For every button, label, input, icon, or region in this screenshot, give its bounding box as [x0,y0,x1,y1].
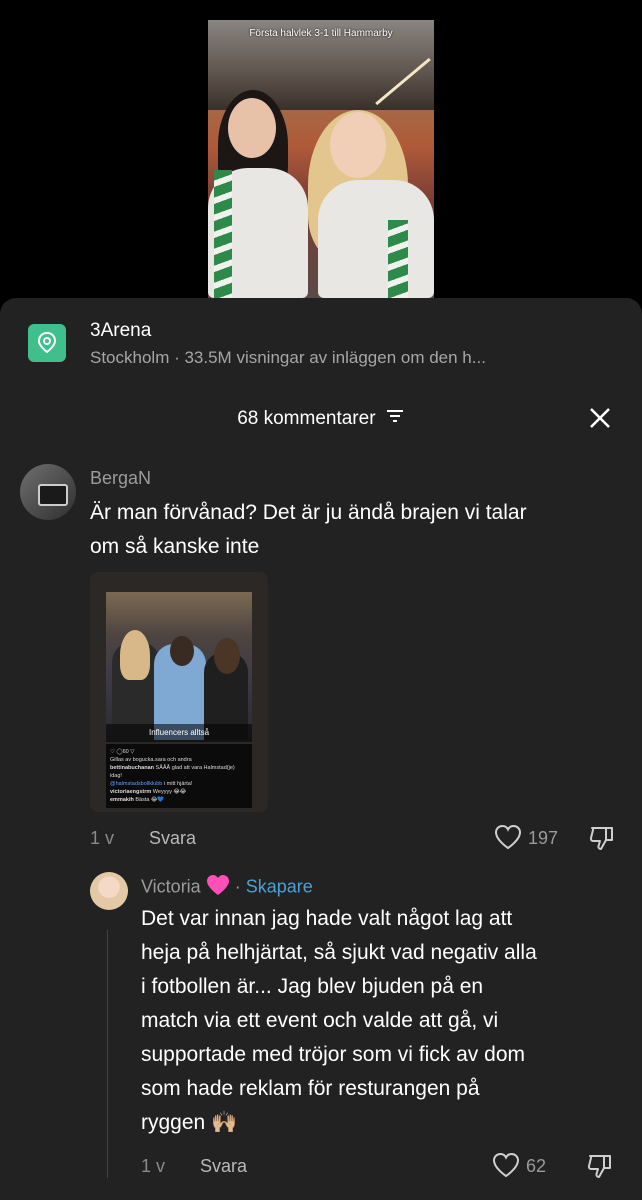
instagram-post-screenshot: ♡ ◯60 ▽ Gillas av bogucka.sara och andra… [106,744,252,808]
reply-line: som hade reklam för resturangen på [141,1077,480,1100]
avatar[interactable] [90,872,128,910]
ig-caption: bettinabuchanan SÅÅÅ glad att vara Halms… [110,765,235,779]
reply-line: heja på helhjärtat, så sjukt vad negativ… [141,941,537,964]
comment-age: 1 v [90,828,115,848]
reply-line: i fotbollen är... Jag blev bjuden på en [141,975,484,998]
place-row[interactable]: 3Arena Stockholm · 33.5M visningar av in… [28,320,486,368]
place-title: 3Arena [90,320,152,341]
reply-line: supportade med tröjor som vi fick av dom [141,1043,525,1066]
scarf [388,220,408,298]
comments-sheet: 3Arena Stockholm · 33.5M visningar av in… [0,298,642,1200]
reply-line: ryggen 🙌🏼 [141,1111,238,1134]
filter-icon[interactable] [385,408,405,430]
person-face [228,98,276,158]
ig-comment: emmakih Bästa 😂💙 [110,797,165,803]
comment-attachment-image[interactable]: Influencers alltså ♡ ◯60 ▽ Gillas av bog… [90,572,268,812]
dislike-icon[interactable] [586,1152,614,1185]
reply-button[interactable]: Svara [200,1156,247,1176]
comment-line: om så kanske inte [90,535,260,558]
comment-meta: 1 v Svara [90,828,196,849]
photo-hair [214,638,240,674]
like-count: 197 [528,828,559,848]
video-caption: Första halvlek 3-1 till Hammarby [249,28,393,39]
like-count: 62 [526,1156,547,1176]
comment-line: Är man förvånad? Det är ju ändå brajen v… [90,501,527,524]
attachment-photo [106,592,252,740]
location-pin-icon [28,324,66,362]
ig-tag: @halmstadsbollklubb i mitt hjärta! [110,781,193,787]
person-face [330,112,386,178]
reply-text: Det var innan jag hade valt något lag at… [141,902,537,1140]
scarf [214,170,232,298]
comments-header: 68 kommentarer [0,408,642,430]
comments-count: 68 kommentarer [237,408,376,430]
creator-badge: Skapare [245,876,313,897]
photo-hair [170,636,194,666]
thread-line [107,930,108,1178]
reply-line: Det var innan jag hade valt något lag at… [141,907,513,930]
reply-meta: 1 v Svara [141,1156,247,1177]
video-thumbnail[interactable]: Första halvlek 3-1 till Hammarby [208,20,434,298]
heart-icon[interactable] [494,824,522,855]
ig-comment: victoriaengstrm Weyyyy 😂😂 [110,789,187,795]
ig-liked-by: Gillas av bogucka.sara och andra [110,757,192,763]
attachment-label: Influencers alltså [106,724,252,742]
person-body [318,180,434,298]
close-icon[interactable] [588,406,612,430]
reply-button[interactable]: Svara [149,828,196,848]
place-subtitle: Stockholm · 33.5M visningar av inläggen … [90,348,486,367]
dislike-icon[interactable] [588,824,616,857]
comment-username[interactable]: BergaN [90,468,151,489]
ig-action-row: ♡ ◯60 ▽ [110,749,135,755]
avatar[interactable] [20,464,76,520]
reply-age: 1 v [141,1156,166,1176]
comment-text: Är man förvånad? Det är ju ändå brajen v… [90,496,527,564]
separator-dot: · [234,876,241,897]
heart-icon[interactable] [492,1152,520,1183]
reply-username-row: Victoria · Skapare [141,874,313,901]
reply-line: match via ett event och valde att gå, vi [141,1009,499,1032]
photo-hair [120,630,150,680]
pink-heart-icon [206,874,230,901]
reply-username[interactable]: Victoria [141,876,201,896]
avatar-device [38,484,68,506]
